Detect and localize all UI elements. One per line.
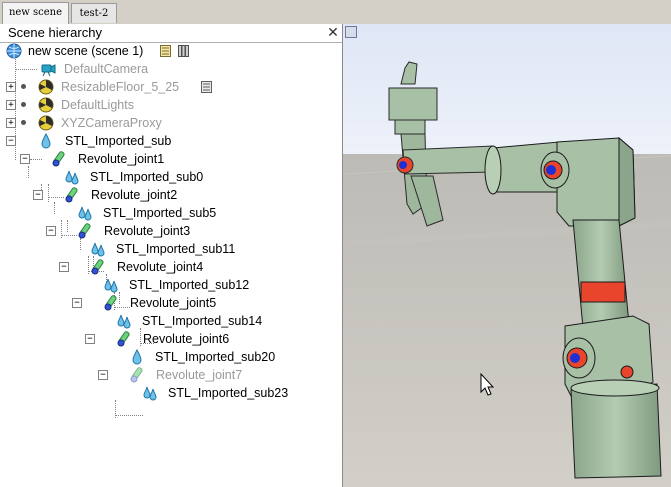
collapse-toggle[interactable]: − [33,190,43,200]
joint-icon [65,187,78,203]
panel-title: Scene hierarchy [8,25,102,40]
expand-toggle[interactable]: + [6,82,16,92]
joint-icon [91,259,104,275]
tree-item-revolute-joint1[interactable]: − Revolute_joint1 [20,150,240,168]
tree-item-stl-imported-sub14[interactable]: STL_Imported_sub14 [116,312,316,330]
item-label: STL_Imported_sub20 [155,350,276,364]
shape-drop-icon [65,170,79,185]
tree-item-revolute-joint3[interactable]: − Revolute_joint3 [46,222,266,240]
tree-item-xyzcameraproxy[interactable]: + XYZCameraProxy [6,114,206,132]
item-label: STL_Imported_sub0 [90,170,204,184]
tree-item-stl-imported-sub11[interactable]: STL_Imported_sub11 [90,240,290,258]
shape-drop-icon [78,206,92,221]
item-label: STL_Imported_sub5 [103,206,217,220]
scene-hierarchy-panel: Scene hierarchy ✕ new scene (scene 1) De… [0,24,343,487]
tree-root-label: new scene (scene 1) [28,44,144,58]
close-icon[interactable]: ✕ [326,25,340,40]
tree-item-defaultcamera[interactable]: DefaultCamera [40,60,240,78]
shape-drop-icon [143,386,157,401]
tree-item-stl-imported-sub5[interactable]: STL_Imported_sub5 [77,204,277,222]
globe-icon [6,43,22,59]
item-label: Revolute_joint6 [143,332,230,346]
scene-render [343,24,671,487]
script-icon[interactable] [201,81,212,93]
tree-line [15,69,37,70]
item-label: Revolute_joint1 [78,152,165,166]
viewport-menu-button[interactable] [345,26,357,38]
tree-line [115,415,143,416]
item-label: STL_Imported_sub11 [116,242,236,256]
tab-new-scene[interactable]: new scene [2,2,69,24]
tree-item-revolute-joint6[interactable]: − Revolute_joint6 [85,330,305,348]
item-label: STL_Imported_sub14 [142,314,263,328]
red-band [580,281,626,303]
item-label: Revolute_joint3 [104,224,191,238]
scene-tree: new scene (scene 1) DefaultCamera + Resi… [0,42,342,487]
tree-item-defaultlights[interactable]: + DefaultLights [6,96,206,114]
tree-item-stl-imported-sub0[interactable]: STL_Imported_sub0 [64,168,264,186]
item-label: STL_Imported_sub12 [129,278,250,292]
dummy-object-icon [38,97,54,113]
3d-viewport[interactable] [343,24,671,487]
shape-drop-icon [41,133,51,149]
joint-icon [52,151,65,167]
scene-tab-bar: new scene test-2 [0,0,671,25]
scene-layers-icon[interactable] [178,45,189,57]
shape-drop-icon [104,278,118,293]
item-label: DefaultLights [61,98,134,112]
joint-icon [130,367,143,383]
shape-drop-icon [91,242,105,257]
item-label: ResizableFloor_5_25 [61,80,180,94]
visibility-dot-icon[interactable] [21,102,26,107]
tab-test-2[interactable]: test-2 [71,3,117,23]
tree-item-revolute-joint4[interactable]: − Revolute_joint4 [59,258,279,276]
shape-drop-icon [132,349,142,365]
dummy-object-icon [38,79,54,95]
collapse-toggle[interactable]: − [98,370,108,380]
collapse-toggle[interactable]: − [46,226,56,236]
item-label: Revolute_joint7 [156,368,243,382]
item-label: STL_Imported_sub [65,134,172,148]
panel-header: Scene hierarchy ✕ [0,24,342,43]
tree-item-revolute-joint2[interactable]: − Revolute_joint2 [33,186,253,204]
joint-icon [78,223,91,239]
item-label: Revolute_joint2 [91,188,178,202]
item-label: DefaultCamera [64,62,149,76]
visibility-dot-icon[interactable] [21,120,26,125]
collapse-toggle[interactable]: − [72,298,82,308]
dummy-object-icon [38,115,54,131]
item-label: XYZCameraProxy [61,116,162,130]
expand-toggle[interactable]: + [6,118,16,128]
joint-icon [117,331,130,347]
tree-item-stl-imported-sub12[interactable]: STL_Imported_sub12 [103,276,303,294]
joint-icon [104,295,117,311]
camera-icon [41,64,56,77]
item-label: STL_Imported_sub23 [168,386,289,400]
collapse-toggle[interactable]: − [6,136,16,146]
visibility-dot-icon[interactable] [21,84,26,89]
collapse-toggle[interactable]: − [85,334,95,344]
collapse-toggle[interactable]: − [59,262,69,272]
tree-item-stl-imported-sub23[interactable]: STL_Imported_sub23 [142,384,332,402]
tree-item-revolute-joint7[interactable]: − Revolute_joint7 [98,366,318,384]
tree-item-resizablefloor[interactable]: + ResizableFloor_5_25 [6,78,246,96]
tree-item-stl-imported-sub20[interactable]: STL_Imported_sub20 [129,348,329,366]
tree-root[interactable]: new scene (scene 1) [6,42,336,60]
collapse-toggle[interactable]: − [20,154,30,164]
expand-toggle[interactable]: + [6,100,16,110]
scene-object-list-icon[interactable] [160,45,171,57]
shape-drop-icon [117,314,131,329]
tree-item-stl-imported-sub[interactable]: − STL_Imported_sub [6,132,206,150]
item-label: Revolute_joint5 [130,296,217,310]
item-label: Revolute_joint4 [117,260,204,274]
tree-item-revolute-joint5[interactable]: − Revolute_joint5 [72,294,292,312]
